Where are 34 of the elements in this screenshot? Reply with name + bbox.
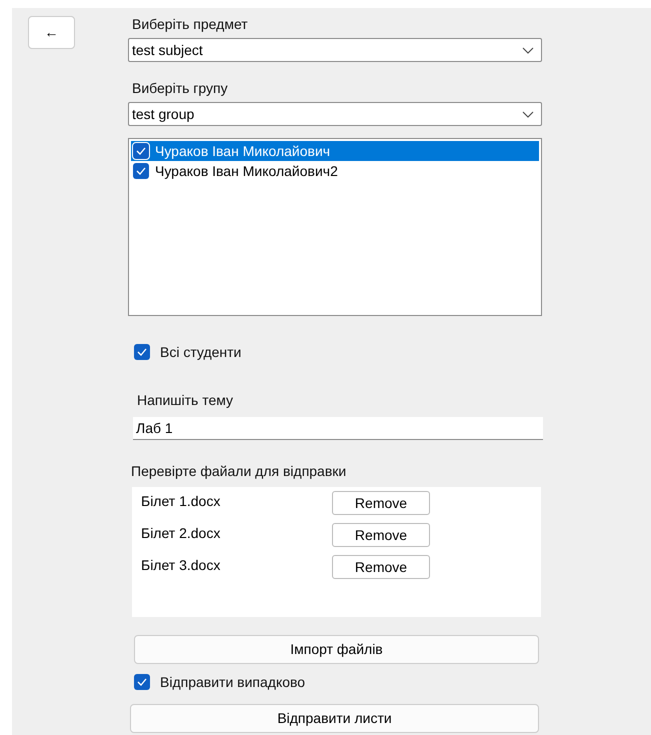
field-label: Виберіть групу [132, 79, 229, 98]
checkmark-icon [137, 678, 147, 686]
checkmark-icon [136, 167, 146, 175]
checkmark-icon [137, 348, 147, 356]
group-dropdown[interactable]: test group [128, 102, 542, 126]
file-name: Білет 3.docx [140, 556, 222, 575]
student-name: Чураков Іван Миколайович2 [155, 162, 338, 181]
field-label: Всі студенти [160, 342, 242, 362]
combo-value: test group [132, 104, 194, 124]
import-files-button[interactable]: Імпорт файлів [134, 635, 539, 664]
back-button[interactable]: ← [28, 16, 75, 49]
send-letters-button[interactable]: Відправити листи [130, 704, 539, 733]
remove-button[interactable]: Remove [332, 555, 430, 579]
subject-dropdown[interactable]: test subject [128, 38, 542, 62]
checkbox[interactable] [134, 674, 150, 690]
field-label: Напишіть тему [137, 391, 234, 410]
remove-button[interactable]: Remove [332, 523, 430, 547]
student-item[interactable]: Чураков Іван Миколайович [131, 141, 539, 161]
chevron-down-icon [522, 46, 534, 54]
student-item[interactable]: Чураков Іван Миколайович2 [131, 161, 539, 181]
field-label: Відправити випадково [160, 672, 306, 692]
topic-field[interactable]: Лаб 1 [133, 417, 543, 440]
chevron-down-icon [522, 110, 534, 118]
field-label: Перевірте файали для відправки [131, 462, 348, 481]
checkbox[interactable] [134, 344, 150, 360]
remove-button[interactable]: Remove [332, 491, 430, 515]
combo-value: test subject [132, 40, 203, 60]
checkbox[interactable] [133, 163, 149, 179]
student-name: Чураков Іван Миколайович [155, 142, 330, 161]
checkbox[interactable] [133, 143, 149, 159]
checkmark-icon [136, 147, 146, 155]
file-name: Білет 1.docx [140, 492, 222, 511]
field-label: Виберіть предмет [132, 15, 249, 34]
file-name: Білет 2.docx [140, 524, 222, 543]
